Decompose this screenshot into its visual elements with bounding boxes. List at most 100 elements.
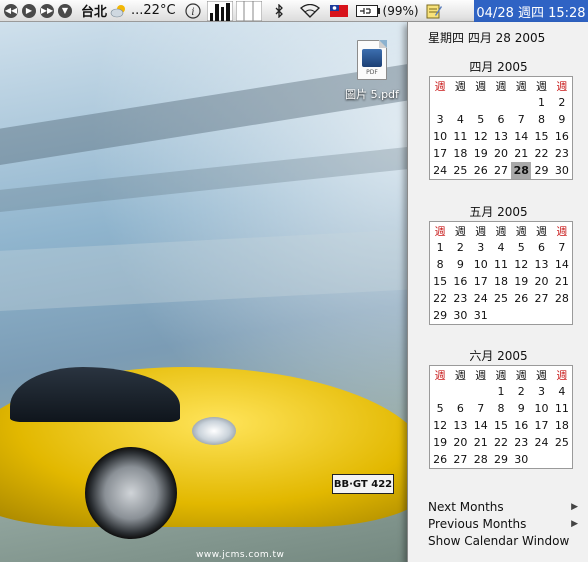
day-cell: 4 (558, 385, 566, 398)
day-cell: 23 (554, 147, 569, 160)
input-menu[interactable] (329, 0, 348, 22)
month-title: 五月 2005 (469, 205, 528, 219)
clock-text: 04/28 週四 15:28 (476, 5, 586, 21)
bluetooth-menu[interactable] (274, 0, 284, 22)
day-cell: 14 (554, 258, 569, 271)
day-cell: 25 (554, 436, 569, 449)
day-cell: 7 (558, 241, 566, 254)
month-calendar[interactable]: 週週週週週週週 1 2 3 4 5 6 7 8 9 10 11 12 13 14 15 16 17 18 19 20 21… (429, 221, 573, 325)
day-cell: 28 (554, 292, 569, 305)
week-row: 1234567 (430, 239, 572, 256)
battery-percent: (99%) (382, 3, 419, 18)
week-row: 17 18 19 20 21 22 23 (430, 145, 572, 162)
disk-meter[interactable] (235, 0, 262, 22)
menu-item-label: Next Months (428, 500, 504, 514)
month-title: 六月 2005 (469, 349, 528, 363)
next-icon: ▶▶ (40, 3, 54, 18)
empty-cell (552, 451, 572, 468)
empty-cell (491, 94, 511, 111)
next-track-button[interactable]: ▶▶ (36, 0, 54, 22)
day-cell: 5 (436, 402, 444, 415)
previous-months-item[interactable]: Previous Months ▶ (428, 516, 578, 533)
day-cell: 4 (497, 241, 505, 254)
day-cell: 15 (433, 275, 448, 288)
flag-icon (329, 4, 348, 17)
weather-city: 台北 (81, 5, 108, 20)
day-cell: 30 (554, 164, 569, 177)
pdf-file-icon: PDF (357, 40, 387, 80)
day-cell: 8 (497, 402, 505, 415)
weekday-label: 週 (454, 368, 466, 382)
month-calendar[interactable]: 週週週週週週週 1 2 3 4 5 6 7 8 9 10 11 12 13 14 15 16 17 18 19 20 21… (429, 365, 573, 469)
day-cell: 3 (538, 385, 546, 398)
wifi-menu[interactable] (299, 0, 320, 22)
weekday-label: 週 (515, 368, 527, 382)
submenu-arrow-icon: ▶ (571, 502, 578, 512)
desktop-file[interactable]: PDF 圖片 5.pdf (336, 40, 408, 102)
day-cell: 30 (453, 309, 468, 322)
empty-cell (471, 383, 491, 400)
weekday-label: 週 (536, 224, 548, 238)
empty-cell (450, 94, 470, 111)
day-cell: 28 (473, 453, 488, 466)
eject-icon: ▼ (58, 3, 72, 18)
day-cell: 27 (493, 164, 508, 177)
day-cell: 24 (473, 292, 488, 305)
bluetooth-icon (275, 3, 283, 18)
day-cell: 24 (433, 164, 448, 177)
next-months-item[interactable]: Next Months ▶ (428, 499, 578, 516)
info-button[interactable]: i (184, 0, 201, 22)
day-cell: 19 (433, 436, 448, 449)
submenu-arrow-icon: ▶ (571, 519, 578, 529)
eject-button[interactable]: ▼ (54, 0, 72, 22)
preview-badge (362, 49, 382, 67)
day-cell: 10 (534, 402, 549, 415)
day-cell: 2 (517, 385, 525, 398)
note-menu[interactable] (426, 0, 442, 22)
day-cell: 20 (534, 275, 549, 288)
weekday-label: 週 (556, 79, 568, 93)
calendar-grid: 週週週週週週週 1 2 3 4 5 6 7 8 9 10 11 12 13 14 15 16 17 18 19 20 21… (430, 77, 572, 179)
day-cell: 3 (477, 241, 485, 254)
cpu-meter[interactable] (206, 0, 233, 22)
clock-menu[interactable]: 04/28 週四 15:28 (474, 0, 588, 22)
svg-text:i: i (191, 7, 194, 18)
day-cell: 11 (493, 258, 508, 271)
day-cell: 6 (538, 241, 546, 254)
day-cell: 1 (497, 385, 505, 398)
week-row: 12 13 14 15 16 17 18 (430, 417, 572, 434)
day-cell: 26 (473, 164, 488, 177)
show-calendar-window-item[interactable]: Show Calendar Window (428, 533, 578, 550)
play-button[interactable]: ▶ (18, 0, 36, 22)
wallpaper-watermark: www.jcms.com.tw (196, 550, 285, 560)
menu-bar: ◀◀ ▶ ▶▶ ▼ 台北 ...22°C i (99%) 04/28 週四 15… (0, 0, 588, 22)
battery-menu[interactable]: (99%) (355, 0, 422, 22)
empty-cell (450, 383, 470, 400)
day-cell: 27 (534, 292, 549, 305)
day-cell: 10 (433, 130, 448, 143)
empty-cell (430, 383, 450, 400)
day-cell: 5 (477, 113, 485, 126)
calendar-grid: 週週週週週週週 1 2 3 4 5 6 7 8 9 10 11 12 13 14 15 16 17 18 19 20 21… (430, 366, 572, 468)
calendar-menu: 星期四 四月 28 2005 四月 2005 週週週週週週週1234567891… (407, 22, 588, 562)
day-cell: 13 (453, 419, 468, 432)
day-cell: 5 (517, 241, 525, 254)
weekday-label: 週 (434, 79, 446, 93)
prev-track-button[interactable]: ◀◀ (0, 0, 18, 22)
day-cell: 1 (538, 96, 546, 109)
day-cell: 22 (433, 292, 448, 305)
weekday-label: 週 (495, 79, 507, 93)
week-row: 19 20 21 22 23 24 25 (430, 434, 572, 451)
week-row: 5 6 7 8 9 10 11 (430, 400, 572, 417)
file-name: 圖片 5.pdf (345, 88, 399, 101)
day-cell: 2 (558, 96, 566, 109)
day-cell: 9 (517, 402, 525, 415)
day-cell: 21 (473, 436, 488, 449)
weather-menu[interactable]: 台北 ...22°C (78, 0, 179, 22)
weekday-label: 週 (556, 224, 568, 238)
day-cell: 25 (453, 164, 468, 177)
day-cell: 18 (453, 147, 468, 160)
week-row: 15 16 17 18 19 20 21 (430, 273, 572, 290)
day-cell: 10 (473, 258, 488, 271)
month-calendar[interactable]: 週週週週週週週 1 2 3 4 5 6 7 8 9 10 11 12 13 14 15 16 17 18 19 20 21… (429, 76, 573, 180)
